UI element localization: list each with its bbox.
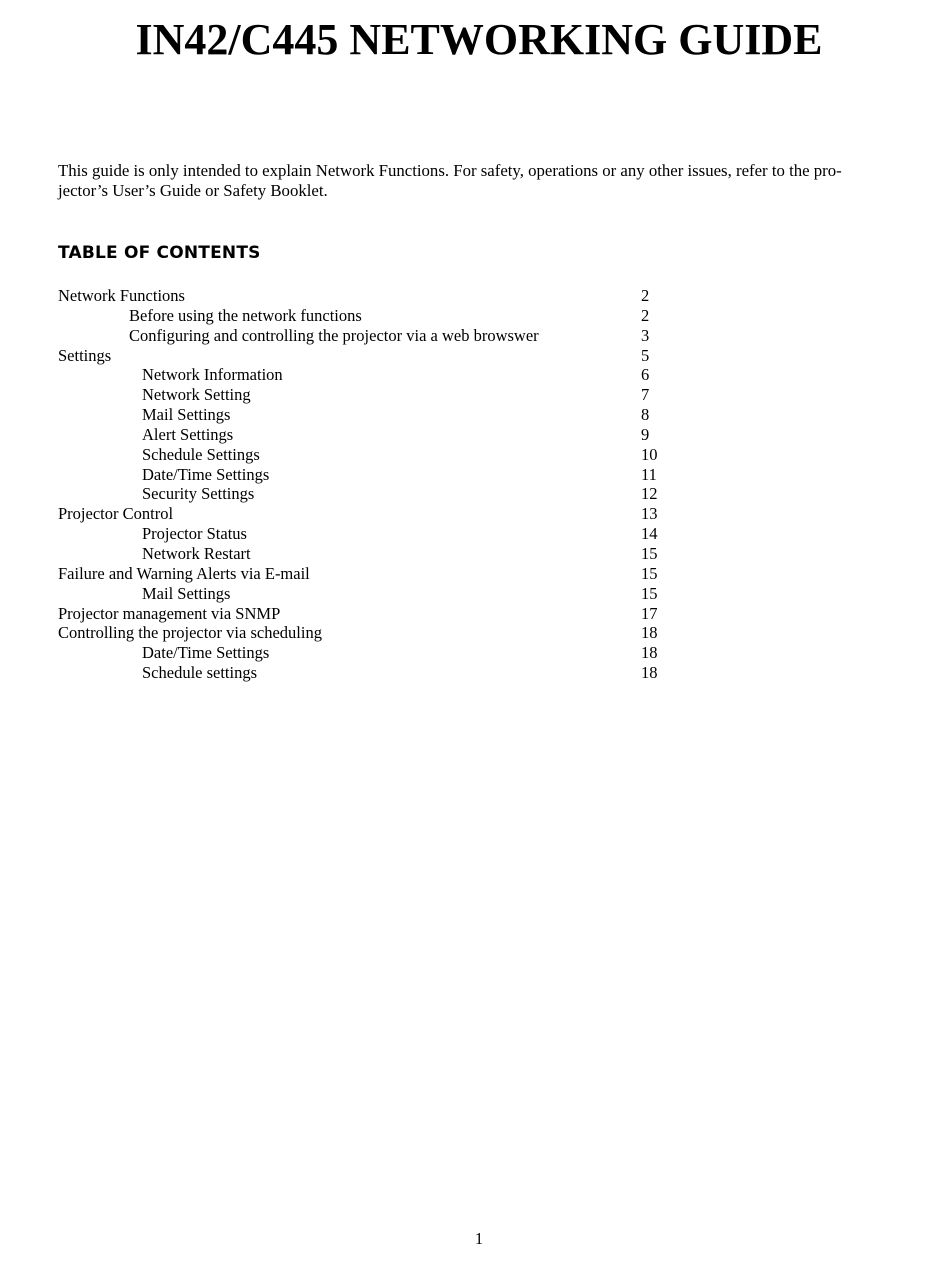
toc-entry-page: 15 — [641, 583, 658, 603]
toc-entry-label: Projector management via SNMP — [58, 603, 281, 623]
table-of-contents: Network Functions 2 Before using the netwo… — [58, 286, 678, 683]
toc-entry-page: 18 — [641, 623, 658, 643]
toc-entry-page: 18 — [641, 643, 658, 663]
toc-entry[interactable]: Security Settings 12 — [58, 484, 678, 504]
toc-entry-page: 10 — [641, 444, 658, 464]
toc-entry[interactable]: Date/Time Settings 11 — [58, 465, 678, 485]
toc-entry-page: 5 — [641, 345, 650, 365]
toc-entry-page: 2 — [641, 286, 650, 305]
toc-entry-page: 14 — [641, 524, 658, 544]
toc-entry[interactable]: Alert Settings 9 — [58, 425, 678, 445]
toc-entry-page: 7 — [641, 385, 650, 405]
toc-entry[interactable]: Mail Settings 8 — [58, 405, 678, 425]
intro-paragraph: This guide is only intended to explain N… — [58, 161, 908, 201]
toc-entry[interactable]: Network Restart 15 — [58, 544, 678, 564]
toc-entry-label: Settings — [58, 345, 112, 365]
toc-entry-page: 12 — [641, 484, 658, 504]
toc-entry-label: Network Information — [142, 365, 283, 385]
toc-entry[interactable]: Projector Status 14 — [58, 524, 678, 544]
toc-entry-label: Controlling the projector via scheduling — [58, 623, 322, 643]
document-title: IN42/C445 NETWORKING GUIDE — [135, 15, 823, 64]
toc-entry[interactable]: Date/Time Settings 18 — [58, 643, 678, 663]
page-number: 1 — [474, 1229, 484, 1248]
toc-entry-label: Configuring and controlling the projecto… — [129, 325, 539, 345]
toc-entry[interactable]: Schedule Settings 10 — [58, 445, 678, 465]
intro-line-2: jector’s User’s Guide or Safety Booklet. — [58, 181, 328, 200]
toc-entry[interactable]: Configuring and controlling the projecto… — [58, 326, 678, 346]
toc-entry-page: 9 — [641, 424, 650, 444]
toc-entry-label: Projector Status — [142, 524, 247, 544]
toc-entry-label: Mail Settings — [142, 583, 231, 603]
toc-entry-page: 15 — [641, 543, 658, 563]
toc-entry-label: Failure and Warning Alerts via E-mail — [58, 563, 310, 583]
toc-entry-page: 3 — [641, 325, 650, 345]
toc-entry-page: 11 — [641, 464, 657, 484]
toc-heading: TABLE OF CONTENTS — [58, 243, 261, 263]
toc-entry[interactable]: Projector management via SNMP 17 — [58, 604, 678, 624]
toc-entry[interactable]: Schedule settings 18 — [58, 663, 678, 683]
toc-entry-label: Schedule Settings — [142, 444, 260, 464]
toc-entry-page: 8 — [641, 405, 650, 425]
toc-entry-label: Before using the network functions — [129, 305, 362, 325]
toc-entry[interactable]: Mail Settings 15 — [58, 584, 678, 604]
toc-entry-page: 15 — [641, 563, 658, 583]
toc-entry-page: 13 — [641, 504, 658, 524]
toc-entry[interactable]: Network Setting 7 — [58, 385, 678, 405]
toc-entry-page: 2 — [641, 305, 650, 325]
toc-entry-page: 6 — [641, 365, 650, 385]
toc-entry[interactable]: Network Functions 2 — [58, 286, 678, 306]
toc-entry-page: 18 — [641, 663, 658, 683]
toc-entry-page: 17 — [641, 603, 658, 623]
toc-entry[interactable]: Failure and Warning Alerts via E-mail 15 — [58, 564, 678, 584]
toc-entry[interactable]: Network Information 6 — [58, 365, 678, 385]
toc-entry-label: Network Setting — [142, 385, 251, 405]
toc-entry-label: Mail Settings — [142, 405, 231, 425]
toc-entry-label: Alert Settings — [142, 424, 234, 444]
toc-entry-label: Security Settings — [142, 484, 255, 504]
intro-line-1: This guide is only intended to explain N… — [58, 161, 842, 180]
toc-entry[interactable]: Before using the network functions 2 — [58, 306, 678, 326]
toc-entry[interactable]: Settings 5 — [58, 346, 678, 366]
toc-entry-label: Network Functions — [58, 286, 185, 305]
toc-entry-label: Date/Time Settings — [142, 643, 270, 663]
toc-entry[interactable]: Controlling the projector via scheduling… — [58, 623, 678, 643]
toc-entry-label: Schedule settings — [142, 663, 258, 683]
toc-entry-label: Date/Time Settings — [142, 464, 270, 484]
toc-entry[interactable]: Projector Control 13 — [58, 504, 678, 524]
toc-entry-label: Projector Control — [58, 504, 174, 524]
toc-entry-label: Network Restart — [142, 543, 251, 563]
